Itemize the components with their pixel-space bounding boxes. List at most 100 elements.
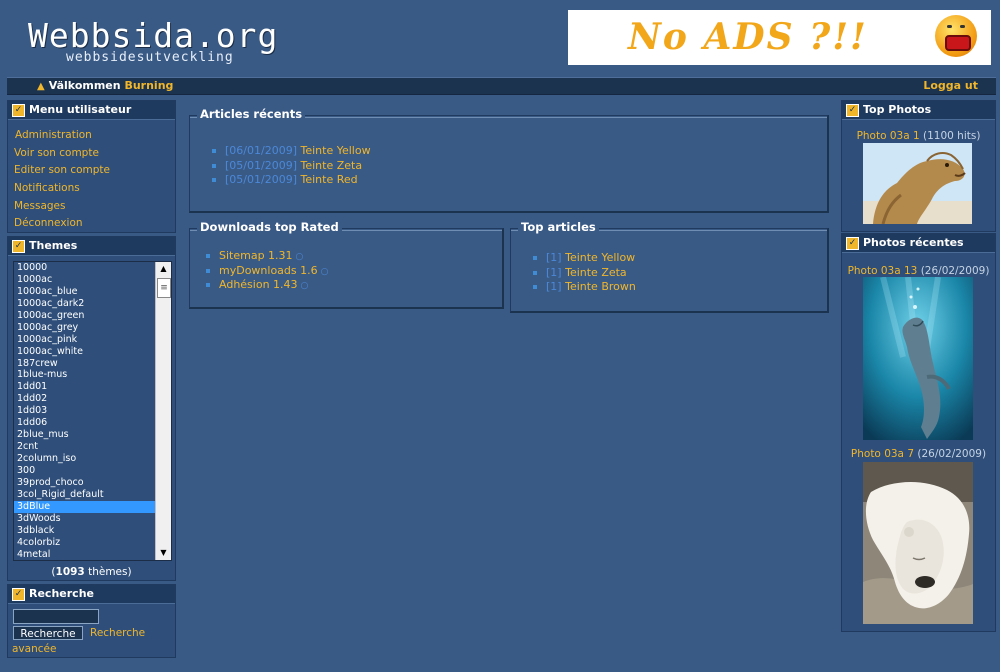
scroll-up-arrow-icon[interactable]: ▲	[156, 262, 171, 276]
site-logo-subtitle: webbsidesutveckling	[66, 50, 234, 65]
article-link[interactable]: Teinte Zeta	[565, 266, 627, 279]
dolphin-photo[interactable]	[863, 277, 973, 440]
article-link[interactable]: Teinte Zeta	[300, 159, 362, 172]
downloads-list: Sitemap 1.31 ○ myDownloads 1.6 ○ Adhésion …	[206, 249, 328, 293]
theme-option[interactable]: 3col_Rigid_default	[14, 489, 156, 501]
menu-item-messages[interactable]: Messages	[8, 198, 175, 216]
article-rank: [1]	[546, 265, 562, 279]
recent-photos-block: ✓ Photos récentes Photo 03a 13 (26/02/200…	[841, 233, 996, 632]
theme-option[interactable]: 3dBlue	[14, 500, 156, 513]
scroll-down-arrow-icon[interactable]: ▼	[156, 546, 171, 560]
themes-title-text: Themes	[29, 239, 78, 252]
list-item[interactable]: Adhésion 1.43 ○	[206, 278, 328, 293]
top-articles-box: Top articles [1] Teinte Yellow [1] Teint…	[510, 220, 829, 313]
recent-articles-box: Articles récents [06/01/2009] Teinte Yel…	[189, 107, 829, 213]
theme-option[interactable]: 1dd02	[14, 393, 156, 405]
menu-item-deconnexion[interactable]: Déconnexion	[8, 215, 175, 233]
banner-text: No ADS ?!!	[628, 16, 868, 58]
menu-item-notifications[interactable]: Notifications	[8, 180, 175, 198]
theme-option[interactable]: 3dWoods	[14, 513, 156, 525]
themes-block: ✓ Themes 10000 1000ac 1000ac_blue 1000ac_dar…	[7, 236, 176, 581]
theme-option[interactable]: 4colorbiz	[14, 537, 156, 549]
menu-item-voir-compte[interactable]: Voir son compte	[8, 145, 175, 163]
theme-option[interactable]: 1000ac_grey	[14, 322, 156, 334]
list-item[interactable]: [05/01/2009] Teinte Zeta	[212, 159, 371, 174]
welcome-label: Välkommen	[48, 79, 121, 92]
top-photo-hits: (1100 hits)	[923, 130, 981, 142]
user-menu-block: ✓ Menu utilisateur Administration Voir so…	[7, 100, 176, 233]
download-link[interactable]: Adhésion 1.43	[219, 278, 298, 291]
theme-select-list[interactable]: 10000 1000ac 1000ac_blue 1000ac_dark2 1000ac…	[13, 261, 172, 561]
scroll-thumb[interactable]: ≡	[157, 278, 171, 298]
download-link[interactable]: Sitemap 1.31	[219, 249, 293, 262]
recent-photo-date: (26/02/2009)	[920, 265, 990, 277]
list-item[interactable]: Sitemap 1.31 ○	[206, 249, 328, 264]
rating-icon: ○	[320, 266, 329, 277]
search-title: ✓ Recherche	[8, 585, 175, 604]
article-date: [06/01/2009]	[225, 144, 297, 157]
user-bar: ▲ Välkommen Burning Logga ut	[7, 77, 996, 95]
checkbox-icon: ✓	[12, 103, 25, 117]
search-title-text: Recherche	[29, 587, 94, 600]
list-item[interactable]: [1] Teinte Zeta	[533, 266, 636, 281]
theme-count-number: 1093	[55, 566, 85, 578]
download-link[interactable]: myDownloads 1.6	[219, 264, 318, 277]
theme-option[interactable]: 39prod_choco	[14, 477, 156, 489]
theme-option[interactable]: 1dd03	[14, 405, 156, 417]
theme-option[interactable]: 3dblack	[14, 525, 156, 537]
welcome-message: ▲ Välkommen Burning	[37, 79, 173, 92]
theme-options[interactable]: 10000 1000ac 1000ac_blue 1000ac_dark2 1000ac…	[14, 262, 156, 560]
theme-option[interactable]: 2column_iso	[14, 453, 156, 465]
theme-option[interactable]: 187crew	[14, 358, 156, 370]
article-link[interactable]: Teinte Red	[300, 173, 357, 186]
top-photo-caption: Photo 03a 1 (1100 hits)	[842, 130, 995, 143]
username-link[interactable]: Burning	[124, 79, 173, 92]
theme-option[interactable]: 1blue-mus	[14, 369, 156, 381]
top-photos-title-text: Top Photos	[863, 103, 932, 116]
theme-scrollbar[interactable]: ▲ ≡ ▼	[155, 262, 171, 560]
article-link[interactable]: Teinte Brown	[565, 280, 636, 293]
recent-photo-date: (26/02/2009)	[917, 448, 987, 460]
top-photo-link[interactable]: Photo 03a 1	[857, 130, 920, 142]
article-date: [05/01/2009]	[225, 173, 297, 186]
theme-option[interactable]: 1dd06	[14, 417, 156, 429]
theme-option[interactable]: 4metal	[14, 549, 156, 561]
theme-option[interactable]: 1000ac_blue	[14, 286, 156, 298]
theme-option[interactable]: 1000ac_pink	[14, 334, 156, 346]
menu-item-administration[interactable]: Administration	[8, 127, 175, 145]
checkbox-icon: ✓	[846, 236, 859, 250]
list-item[interactable]: myDownloads 1.6 ○	[206, 264, 328, 279]
theme-option[interactable]: 10000	[14, 262, 156, 274]
theme-option[interactable]: 2blue_mus	[14, 429, 156, 441]
user-menu-title-text: Menu utilisateur	[29, 103, 132, 116]
list-item[interactable]: [1] Teinte Yellow	[533, 251, 636, 266]
shouting-smiley-icon	[935, 15, 977, 57]
recent-articles-title: Articles récents	[197, 107, 306, 121]
theme-option[interactable]: 1000ac_dark2	[14, 298, 156, 310]
list-item[interactable]: [06/01/2009] Teinte Yellow	[212, 144, 371, 159]
article-rank: [1]	[546, 280, 562, 293]
theme-option[interactable]: 2cnt	[14, 441, 156, 453]
search-input[interactable]	[13, 609, 99, 624]
theme-option[interactable]: 1000ac_white	[14, 346, 156, 358]
downloads-box: Downloads top Rated Sitemap 1.31 ○ myDown…	[189, 220, 504, 309]
article-link[interactable]: Teinte Yellow	[565, 251, 635, 264]
menu-item-editer-compte[interactable]: Editer son compte	[8, 162, 175, 180]
recent-photo-link[interactable]: Photo 03a 13	[848, 265, 918, 277]
recent-photos-title-text: Photos récentes	[863, 236, 964, 249]
logout-link[interactable]: Logga ut	[923, 79, 978, 92]
article-date: [05/01/2009]	[225, 158, 297, 172]
list-item[interactable]: [05/01/2009] Teinte Red	[212, 173, 371, 188]
theme-option[interactable]: 300	[14, 465, 156, 477]
list-item[interactable]: [1] Teinte Brown	[533, 280, 636, 295]
theme-option[interactable]: 1dd01	[14, 381, 156, 393]
camel-photo[interactable]	[863, 143, 972, 224]
ad-banner[interactable]: No ADS ?!!	[568, 10, 991, 65]
checkbox-icon: ✓	[846, 103, 859, 117]
search-button[interactable]: Recherche	[13, 626, 83, 640]
theme-option[interactable]: 1000ac_green	[14, 310, 156, 322]
theme-option[interactable]: 1000ac	[14, 274, 156, 286]
recent-photo-link[interactable]: Photo 03a 7	[851, 448, 914, 460]
polar-bear-photo[interactable]	[863, 462, 973, 624]
article-link[interactable]: Teinte Yellow	[300, 144, 370, 157]
